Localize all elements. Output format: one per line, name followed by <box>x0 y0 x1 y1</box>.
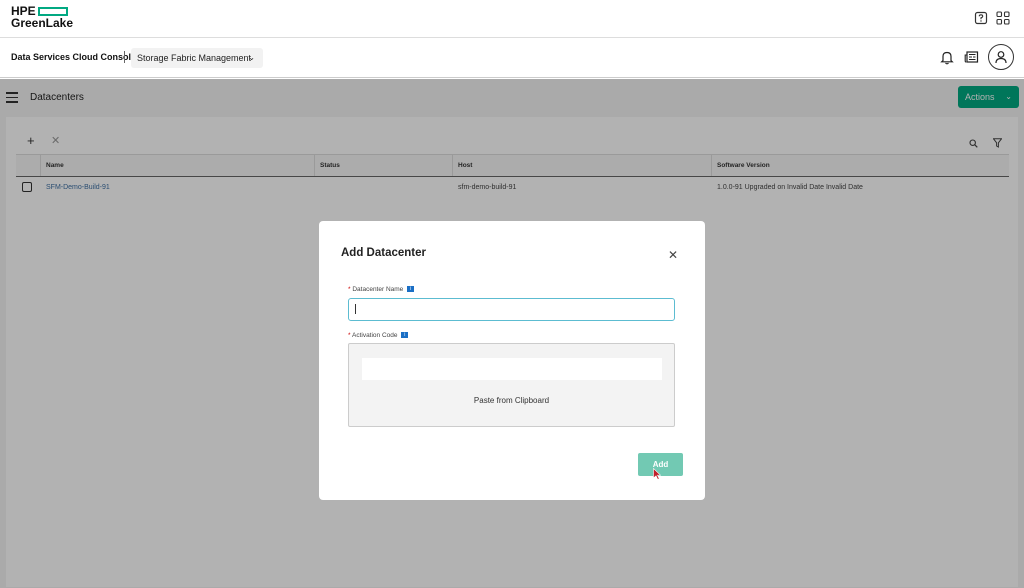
app-selector-dropdown[interactable]: Storage Fabric Management ⌄ <box>131 48 263 68</box>
paste-from-clipboard-label[interactable]: Paste from Clipboard <box>349 396 674 405</box>
user-avatar-icon[interactable] <box>988 44 1014 70</box>
news-icon[interactable] <box>964 50 979 64</box>
datacenter-name-input[interactable] <box>348 298 675 321</box>
mouse-pointer-icon <box>653 467 662 485</box>
activation-code-dropzone[interactable]: Paste from Clipboard <box>348 343 675 427</box>
text-caret <box>355 304 356 314</box>
activation-code-input[interactable] <box>362 358 662 380</box>
info-icon[interactable]: i <box>407 286 415 293</box>
activation-code-label-text: Activation Code <box>351 332 398 339</box>
console-title: Data Services Cloud Console <box>11 52 137 62</box>
app-selector-label: Storage Fabric Management <box>137 53 252 63</box>
modal-title: Add Datacenter <box>341 247 426 259</box>
hpe-greenlake-logo[interactable]: HPE GreenLake <box>11 5 74 30</box>
bell-icon[interactable] <box>940 50 954 65</box>
datacenter-name-label-text: Datacenter Name <box>352 286 404 293</box>
required-marker: * <box>348 286 351 293</box>
console-header: Data Services Cloud Console Storage Fabr… <box>0 38 1024 78</box>
required-marker: * <box>348 332 351 339</box>
apps-grid-icon[interactable] <box>996 11 1010 25</box>
info-icon[interactable]: i <box>401 332 409 339</box>
logo-greenlake-text: GreenLake <box>11 16 74 30</box>
chevron-down-icon: ⌄ <box>248 53 255 62</box>
datacenter-name-label: * Datacenter Name i <box>348 286 415 293</box>
logo-element-rect <box>37 7 68 16</box>
help-icon[interactable] <box>974 11 988 25</box>
top-bar: HPE GreenLake <box>0 0 1024 38</box>
close-icon[interactable]: ✕ <box>668 248 678 262</box>
header-divider <box>124 51 125 63</box>
add-datacenter-modal: Add Datacenter ✕ * Datacenter Name i * A… <box>319 221 705 500</box>
activation-code-label: * Activation Code i <box>348 332 409 339</box>
